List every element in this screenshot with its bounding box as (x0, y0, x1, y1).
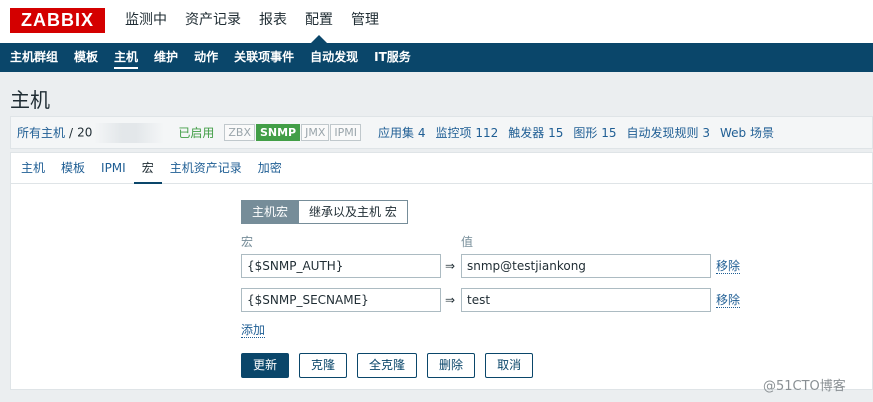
badge-snmp: SNMP (255, 124, 301, 141)
graphs-label: 图形 (573, 126, 598, 140)
sub-menu-host-groups[interactable]: 主机群组 (2, 43, 66, 72)
remove-macro-link[interactable]: 移除 (716, 293, 741, 308)
discovery-rules-count: 3 (702, 126, 710, 140)
sub-menu-bar: 主机群组 模板 主机 维护 动作 关联项事件 自动发现 IT服务 (0, 43, 873, 72)
top-menu-inventory[interactable]: 资产记录 (176, 0, 250, 43)
sub-menu-correlation[interactable]: 关联项事件 (226, 43, 302, 72)
tab-ipmi[interactable]: IPMI (93, 153, 134, 183)
tab-host[interactable]: 主机 (13, 153, 53, 183)
value-column-header: 值 (461, 235, 474, 249)
form-actions: 更新 克隆 全克隆 删除 取消 (241, 353, 543, 378)
host-form-panel: 主机 模板 IPMI 宏 主机资产记录 加密 主机宏 继承以及主机 宏 宏 值 … (10, 152, 873, 390)
watermark: @51CTO博客 (763, 379, 846, 394)
triggers-label: 触发器 (508, 126, 545, 140)
macro-name-field[interactable]: {$SNMP_SECNAME} (241, 288, 441, 312)
host-navigation: 所有主机 / 20 已启用 ZBX SNMP JMX IPMI 应用集 4 监控… (10, 116, 873, 149)
all-hosts-link[interactable]: 所有主机 (17, 124, 65, 141)
top-menu-reports[interactable]: 报表 (250, 0, 296, 43)
host-name-prefix: 20 (77, 125, 93, 139)
tab-macros[interactable]: 宏 (133, 153, 162, 184)
badge-zbx: ZBX (224, 124, 255, 141)
triggers-link[interactable]: 触发器 15 (508, 124, 563, 141)
inherited-macros-button[interactable]: 继承以及主机 宏 (299, 200, 408, 224)
macro-value-field[interactable]: snmp@testjiankong (461, 254, 711, 278)
badge-jmx: JMX (301, 124, 330, 141)
tab-templates[interactable]: 模板 (53, 153, 93, 183)
blurred-host-name (94, 122, 165, 143)
full-clone-button[interactable]: 全克隆 (357, 353, 418, 378)
availability-badges: ZBX SNMP JMX IPMI (224, 124, 362, 141)
sub-menu-hosts[interactable]: 主机 (106, 43, 146, 72)
applications-count: 4 (417, 126, 426, 140)
graphs-count: 15 (601, 126, 617, 140)
sub-menu-templates[interactable]: 模板 (66, 43, 106, 72)
remove-macro-link[interactable]: 移除 (716, 259, 741, 274)
delete-button[interactable]: 删除 (427, 353, 476, 378)
items-label: 监控项 (435, 126, 472, 140)
discovery-rules-link[interactable]: 自动发现规则 3 (627, 124, 710, 141)
triggers-count: 15 (548, 126, 564, 140)
applications-label: 应用集 (378, 126, 415, 140)
items-link[interactable]: 监控项 112 (436, 124, 499, 141)
web-scenarios-label: Web 场景 (720, 126, 774, 140)
top-menu-monitoring[interactable]: 监测中 (116, 0, 176, 43)
zabbix-logo[interactable]: ZABBIX (10, 8, 105, 33)
host-status-enabled[interactable]: 已启用 (178, 124, 214, 141)
host-tabs: 主机 模板 IPMI 宏 主机资产记录 加密 (11, 153, 872, 184)
sub-menu-discovery[interactable]: 自动发现 (302, 43, 366, 72)
top-menu-administration[interactable]: 管理 (342, 0, 388, 43)
page-title: 主机 (10, 88, 50, 112)
top-menu-configuration[interactable]: 配置 (296, 0, 342, 43)
macro-column-header: 宏 (241, 235, 254, 249)
arrow-icon: ⇒ (445, 259, 456, 273)
sub-menu-maintenance[interactable]: 维护 (146, 43, 186, 72)
add-macro-link[interactable]: 添加 (241, 323, 266, 338)
items-count: 112 (475, 126, 499, 140)
macro-type-toggle: 主机宏 继承以及主机 宏 (241, 200, 408, 224)
clone-button[interactable]: 克隆 (299, 353, 348, 378)
macro-name-field[interactable]: {$SNMP_AUTH} (241, 254, 441, 278)
top-menu: 监测中 资产记录 报表 配置 管理 (116, 0, 388, 43)
host-name[interactable]: 20 (77, 122, 165, 143)
cancel-button[interactable]: 取消 (485, 353, 534, 378)
discovery-rules-label: 自动发现规则 (626, 126, 699, 140)
macro-value-field[interactable]: test (461, 288, 711, 312)
arrow-icon: ⇒ (445, 293, 456, 307)
tab-inventory[interactable]: 主机资产记录 (162, 153, 250, 183)
graphs-link[interactable]: 图形 15 (573, 124, 616, 141)
update-button[interactable]: 更新 (241, 353, 290, 378)
sub-menu-it-services[interactable]: IT服务 (366, 43, 419, 72)
top-bar: ZABBIX 监测中 资产记录 报表 配置 管理 (0, 0, 873, 43)
host-macros-button[interactable]: 主机宏 (241, 200, 300, 224)
applications-link[interactable]: 应用集 4 (378, 124, 425, 141)
web-scenarios-link[interactable]: Web 场景 (720, 124, 774, 141)
sub-menu-actions[interactable]: 动作 (186, 43, 226, 72)
tab-encryption[interactable]: 加密 (250, 153, 290, 183)
breadcrumb-separator: / (69, 125, 74, 140)
badge-ipmi: IPMI (330, 124, 362, 141)
